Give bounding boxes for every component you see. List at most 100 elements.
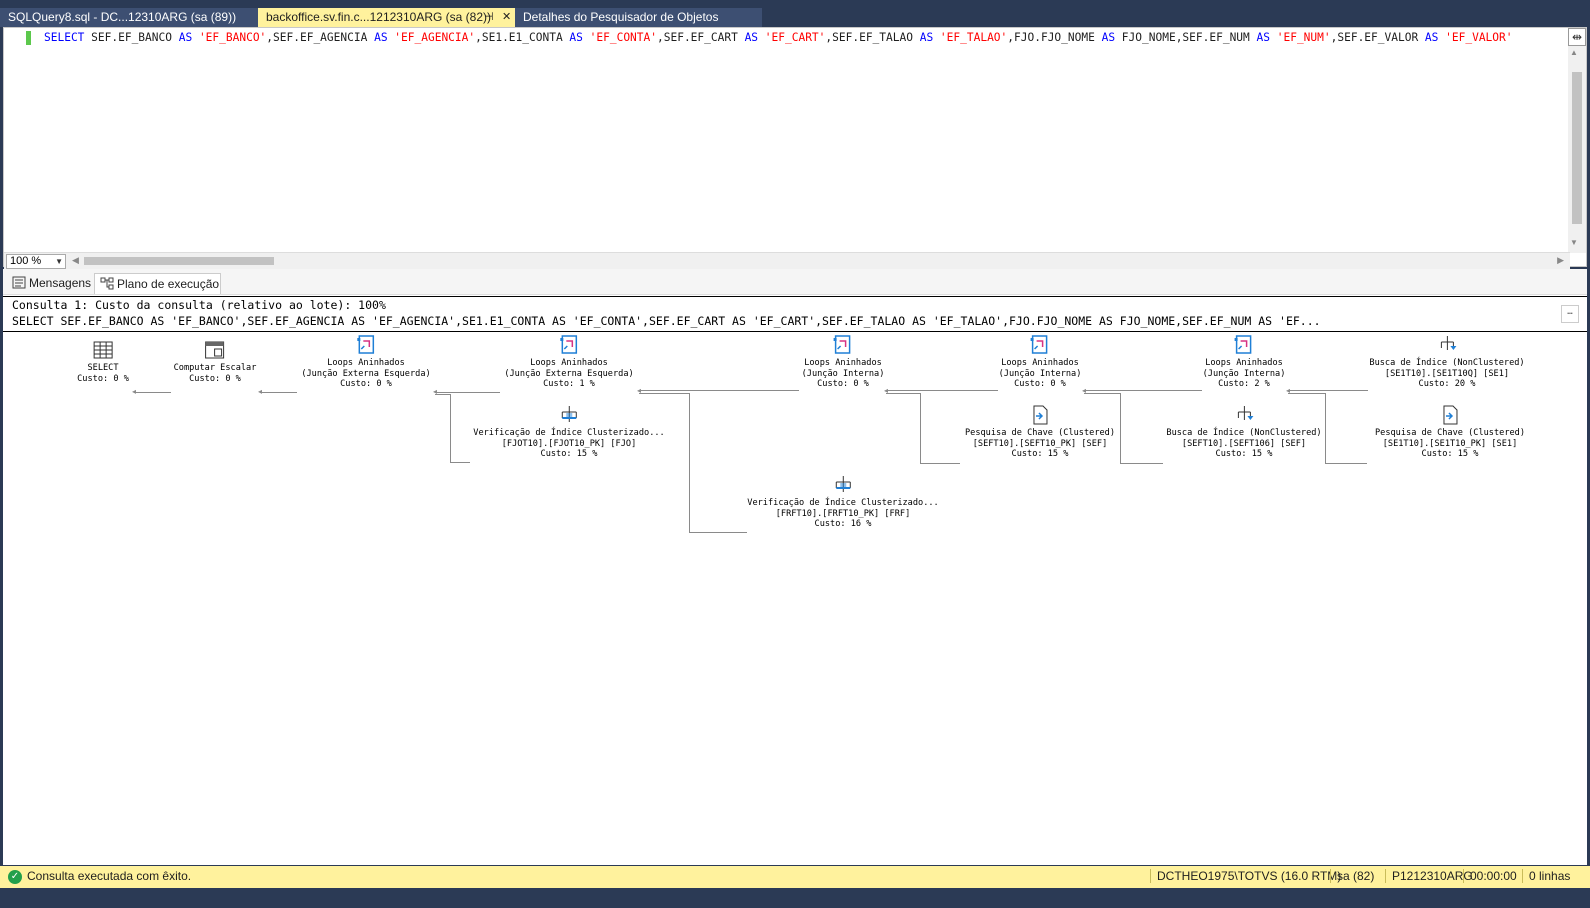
operator-cost: Custo: 0 %: [340, 379, 392, 389]
tab-object-explorer-details[interactable]: Detalhes do Pesquisador de Objetos: [515, 8, 762, 27]
plan-operator-loop4[interactable]: Loops Aninhados (Junção Interna) Custo: 0 …: [998, 334, 1082, 390]
operator-cost: Custo: 20 %: [1418, 379, 1476, 389]
status-user: sa (82): [1330, 869, 1374, 883]
operator-detail: (Junção Interna): [1202, 368, 1286, 379]
sql-token: 'EF_NUM': [1276, 31, 1331, 44]
arrow-left-icon: ◂: [258, 387, 263, 396]
operator-detail: (Junção Interna): [998, 368, 1082, 379]
connector: [450, 394, 451, 462]
scroll-right-icon[interactable]: ▶: [1557, 255, 1564, 266]
operator-cost: Custo: 0 %: [189, 373, 241, 384]
operator-detail: [SE1T10].[SE1T10_PK] [SE1]: [1382, 438, 1518, 449]
scroll-left-icon[interactable]: ◀: [72, 255, 79, 266]
plan-operator-compute[interactable]: Computar Escalar Custo: 0 %: [173, 339, 257, 384]
plan-operator-lookup-sef[interactable]: Pesquisa de Chave (Clustered) [SEFT10].[S…: [965, 404, 1115, 460]
zoom-value: 100 %: [10, 255, 42, 267]
vertical-scrollbar[interactable]: ⇹ ▲ ▼: [1568, 28, 1586, 253]
operator-detail: [FRFT10].[FRFT10_PK] [FRF]: [775, 508, 911, 519]
connector: [435, 394, 451, 395]
clustered-index-scan-icon: [832, 474, 854, 496]
sql-token: AS: [374, 31, 395, 44]
operator-detail: [SE1T10].[SE1T10Q] [SE1]: [1384, 368, 1510, 379]
sql-token: 'EF_VALOR': [1445, 31, 1513, 44]
plan-operator-scan-fjo[interactable]: Verificação de Índice Clusterizado... [FJ…: [473, 404, 665, 460]
tab-backoffice-active[interactable]: backoffice.sv.fin.c...1212310ARG (sa (82…: [258, 8, 515, 27]
sql-token: AS: [178, 31, 199, 44]
status-message: Consulta executada com êxito.: [27, 869, 192, 883]
operator-detail: (Junção Externa Esquerda): [301, 368, 431, 379]
plan-operator-seek-se1[interactable]: Busca de Índice (NonClustered) [SE1T10].[…: [1369, 334, 1525, 390]
operator-name: Busca de Índice (NonClustered): [1166, 428, 1322, 438]
connector: [1325, 463, 1367, 464]
connector: [689, 532, 747, 533]
operator-detail: [SEFT10].[SEFT10_PK] [SEF]: [972, 438, 1108, 449]
operator-cost: Custo: 15 %: [1215, 449, 1273, 459]
operator-name: Pesquisa de Chave (Clustered): [1374, 428, 1526, 438]
window-bottom-chrome: [0, 888, 1590, 908]
plan-operator-loop2[interactable]: Loops Aninhados (Junção Externa Esquerda)…: [504, 334, 634, 390]
sql-token: AS: [1256, 31, 1277, 44]
status-elapsed: 00:00:00: [1463, 869, 1517, 883]
operator-cost: Custo: 1 %: [543, 379, 595, 389]
connector: [886, 390, 998, 391]
horizontal-scroll-thumb[interactable]: [84, 257, 274, 265]
ssms-window: SQLQuery8.sql - DC...12310ARG (sa (89)) …: [0, 0, 1590, 908]
operator-detail: [SEFT10].[SEFT106] [SEF]: [1181, 438, 1307, 449]
scroll-thumb[interactable]: [1572, 72, 1582, 224]
scroll-up-icon[interactable]: ▲: [1570, 48, 1578, 57]
tab-label: Detalhes do Pesquisador de Objetos: [523, 10, 719, 24]
plan-operator-loop1[interactable]: Loops Aninhados (Junção Externa Esquerda)…: [301, 334, 431, 390]
tab-sqlquery8[interactable]: SQLQuery8.sql - DC...12310ARG (sa (89)): [0, 8, 258, 27]
operator-name: Loops Aninhados: [804, 358, 882, 368]
connector: [1288, 390, 1368, 391]
plan-operator-seek-sef[interactable]: Busca de Índice (NonClustered) [SEFT10].[…: [1166, 404, 1322, 460]
connector: [260, 392, 297, 393]
sql-token: ,SEF.EF_TALAO: [825, 31, 920, 44]
operator-cost: Custo: 15 %: [1011, 449, 1069, 459]
sql-token: ,FJO.FJO_NOME: [1007, 31, 1102, 44]
connector: [1084, 390, 1202, 391]
operator-name: Loops Aninhados: [327, 358, 405, 368]
sql-text[interactable]: SELECT SEF.EF_BANCO AS 'EF_BANCO',SEF.EF…: [44, 31, 1539, 44]
operator-cost: Custo: 0 %: [77, 373, 129, 384]
sql-token: AS: [744, 31, 765, 44]
tab-label: SQLQuery8.sql - DC...12310ARG (sa (89)): [8, 10, 237, 24]
plan-operator-scan-frf[interactable]: Verificação de Índice Clusterizado... [FR…: [747, 474, 939, 530]
status-database: P1212310ARG: [1385, 869, 1473, 883]
operator-cost: Custo: 2 %: [1218, 379, 1270, 389]
nested-loops-icon: [1029, 334, 1051, 356]
close-icon[interactable]: ✕: [502, 8, 511, 27]
plan-operator-lookup-se1[interactable]: Pesquisa de Chave (Clustered) [SE1T10].[S…: [1375, 404, 1525, 460]
sql-token: 'EF_CONTA': [589, 31, 657, 44]
split-editor-icon[interactable]: ⇹: [1568, 28, 1586, 46]
operator-name: Loops Aninhados: [1205, 358, 1283, 368]
connector: [920, 463, 960, 464]
plan-operator-select[interactable]: SELECT Custo: 0 %: [77, 339, 129, 384]
sql-token: 'EF_AGENCIA': [394, 31, 476, 44]
operator-name: Verificação de Índice Clusterizado...: [473, 428, 665, 438]
key-lookup-icon: [1439, 404, 1461, 426]
plan-operator-loop3[interactable]: Loops Aninhados (Junção Interna) Custo: 0 …: [802, 334, 884, 390]
arrow-left-icon: ◂: [132, 387, 137, 396]
operator-detail: (Junção Externa Esquerda): [504, 368, 634, 379]
zoom-select[interactable]: 100 % ▼: [6, 254, 66, 269]
sql-token: AS: [1101, 31, 1122, 44]
sql-token: ,SEF.EF_VALOR: [1330, 31, 1425, 44]
connector: [1120, 393, 1121, 463]
index-seek-icon: [1436, 334, 1458, 356]
pin-icon[interactable]: ⊣: [484, 8, 494, 27]
scroll-down-icon[interactable]: ▼: [1570, 238, 1578, 247]
query-editor[interactable]: SELECT SEF.EF_BANCO AS 'EF_BANCO',SEF.EF…: [3, 27, 1587, 269]
plan-operator-loop5[interactable]: Loops Aninhados (Junção Interna) Custo: 2 …: [1202, 334, 1286, 390]
operator-detail: [FJOT10].[FJOT10_PK] [FJO]: [501, 438, 637, 449]
execution-plan-canvas: ◂ ◂ ◂ ◂ ◂ ◂ ◂ SELECT Custo: 0 % Computar E…: [3, 269, 1587, 865]
document-tab-bar: SQLQuery8.sql - DC...12310ARG (sa (89)) …: [0, 8, 1590, 27]
connector: [920, 393, 921, 463]
nested-loops-icon: [355, 334, 377, 356]
arrow-left-icon: ◂: [1286, 386, 1291, 395]
operator-name: Computar Escalar: [173, 363, 257, 373]
sql-token: FJO_NOME: [1121, 31, 1176, 44]
arrow-left-icon: ◂: [433, 387, 438, 396]
change-marker: [26, 31, 31, 45]
sql-token: 'EF_CART': [764, 31, 826, 44]
